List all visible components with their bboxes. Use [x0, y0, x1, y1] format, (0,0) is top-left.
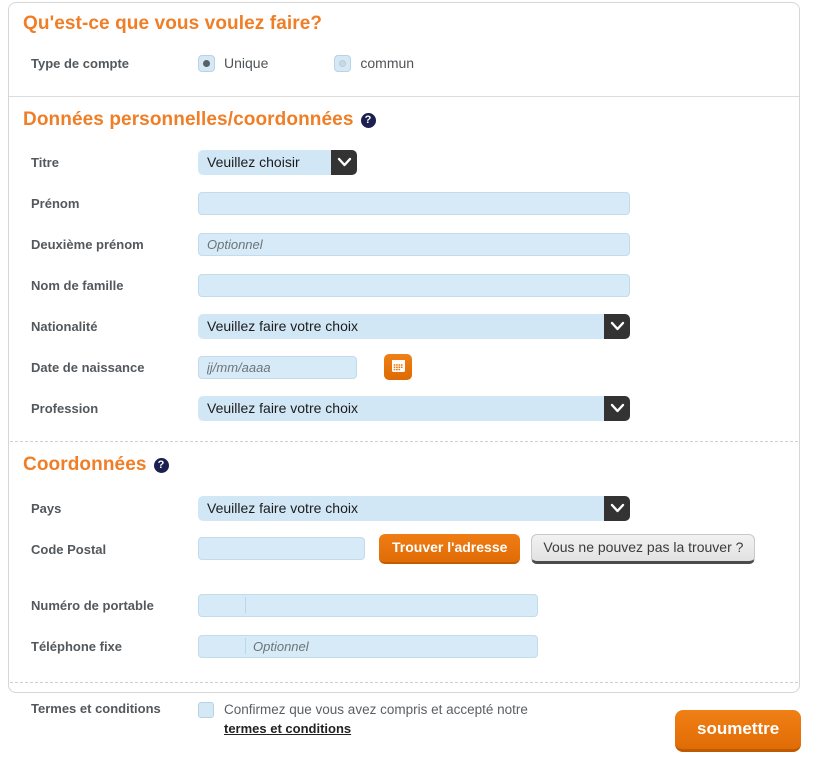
label-title: Titre [31, 154, 59, 170]
row-terms: Termes et conditions Confirmez que vous … [23, 700, 785, 736]
select-title[interactable]: Veuillez choisir [198, 149, 357, 175]
select-country[interactable]: Veuillez faire votre choix [198, 495, 630, 521]
row-country: Pays Veuillez faire votre choix [23, 493, 785, 523]
field-mobile [198, 593, 785, 617]
row-landline: Téléphone fixe [23, 631, 785, 661]
label-nationality: Nationalité [31, 318, 98, 334]
label-dob: Date de naissance [31, 359, 145, 375]
section-personal-data: Données personnelles/coordonnées ? Titre… [9, 97, 799, 423]
row-lastname: Nom de famille [23, 270, 785, 300]
section-contact: Coordonnées ? Pays Veuillez faire votre … [9, 442, 799, 661]
row-mobile: Numéro de portable [23, 590, 785, 620]
row-title: Titre Veuillez choisir [23, 147, 785, 177]
select-profession[interactable]: Veuillez faire votre choix [198, 395, 630, 421]
label-landline: Téléphone fixe [31, 638, 123, 654]
submit-button[interactable]: soumettre [675, 710, 802, 752]
field-country: Veuillez faire votre choix [198, 495, 785, 521]
landline-number-input[interactable] [198, 634, 538, 658]
section-title-personal-text: Données personnelles/coordonnées [23, 109, 354, 130]
firstname-input[interactable] [198, 191, 630, 215]
field-nationality: Veuillez faire votre choix [198, 313, 785, 339]
section-title-account-type: Qu'est-ce que vous voulez faire? [23, 13, 785, 35]
mobile-number-input[interactable] [198, 593, 538, 617]
postal-code-input[interactable] [198, 537, 365, 561]
radio-unique-dot [203, 59, 210, 67]
field-title: Veuillez choisir [198, 149, 785, 175]
field-account-type: Unique commun [198, 54, 785, 72]
chevron-down-icon [604, 313, 630, 339]
label-postal: Code Postal [31, 541, 107, 557]
registration-form-card: Qu'est-ce que vous voulez faire? Type de… [8, 2, 800, 736]
row-nationality: Nationalité Veuillez faire votre choix [23, 311, 785, 341]
radio-commun-label: commun [360, 55, 415, 71]
section-title-contact: Coordonnées ? [23, 454, 785, 476]
terms-text: Confirmez que vous avez compris et accep… [224, 702, 528, 717]
select-nationality-value: Veuillez faire votre choix [198, 313, 604, 339]
label-mobile: Numéro de portable [31, 597, 154, 613]
label-terms: Termes et conditions [31, 701, 161, 716]
section-title-personal: Données personnelles/coordonnées ? [23, 109, 785, 131]
section-title-contact-text: Coordonnées [23, 454, 147, 475]
select-title-value: Veuillez choisir [198, 149, 331, 175]
calendar-picker-button[interactable] [384, 354, 412, 380]
field-lastname [198, 273, 785, 297]
field-dob [198, 354, 785, 380]
radio-commun-dot [339, 59, 347, 67]
section-title-account-type-text: Qu'est-ce que vous voulez faire? [23, 13, 323, 34]
field-firstname [198, 191, 785, 215]
cannot-find-address-button[interactable]: Vous ne pouvez pas la trouver ? [531, 534, 756, 564]
field-profession: Veuillez faire votre choix [198, 395, 785, 421]
find-address-button[interactable]: Trouver l'adresse [379, 534, 521, 564]
calendar-icon [391, 358, 406, 376]
label-firstname: Prénom [31, 195, 80, 211]
label-lastname: Nom de famille [31, 277, 124, 293]
help-icon-contact[interactable]: ? [153, 457, 169, 473]
dob-input[interactable] [198, 355, 357, 379]
row-dob: Date de naissance [23, 352, 785, 382]
row-firstname: Prénom [23, 188, 785, 218]
terms-and-conditions-link[interactable]: termes et conditions [224, 721, 351, 736]
chevron-down-icon [604, 395, 630, 421]
label-account-type: Type de compte [31, 55, 130, 71]
lastname-input[interactable] [198, 273, 630, 297]
label-middlename: Deuxième prénom [31, 236, 144, 252]
row-postal: Code Postal Trouver l'adresse Vous ne po… [23, 534, 785, 564]
field-landline [198, 634, 785, 658]
middlename-input[interactable] [198, 232, 630, 256]
radio-account-type-unique[interactable]: Unique [198, 54, 269, 72]
chevron-down-icon [604, 495, 630, 521]
radio-commun-box[interactable] [334, 54, 352, 72]
label-profession: Profession [31, 400, 99, 416]
label-country: Pays [31, 500, 62, 516]
select-nationality[interactable]: Veuillez faire votre choix [198, 313, 630, 339]
select-country-value: Veuillez faire votre choix [198, 495, 604, 521]
help-icon-personal[interactable]: ? [360, 112, 376, 128]
field-middlename [198, 232, 785, 256]
row-middlename: Deuxième prénom [23, 229, 785, 259]
chevron-down-icon [331, 149, 357, 175]
section-account-type: Qu'est-ce que vous voulez faire? Type de… [9, 3, 799, 78]
radio-unique-box[interactable] [198, 54, 215, 72]
radio-group-account-type: Unique commun [198, 54, 415, 72]
select-profession-value: Veuillez faire votre choix [198, 395, 604, 421]
radio-account-type-commun[interactable]: commun [334, 54, 415, 72]
row-account-type: Type de compte Unique commun [23, 48, 785, 78]
terms-checkbox[interactable] [198, 702, 214, 718]
row-profession: Profession Veuillez faire votre choix [23, 393, 785, 423]
radio-unique-label: Unique [224, 55, 269, 71]
field-postal: Trouver l'adresse Vous ne pouvez pas la … [198, 534, 785, 564]
